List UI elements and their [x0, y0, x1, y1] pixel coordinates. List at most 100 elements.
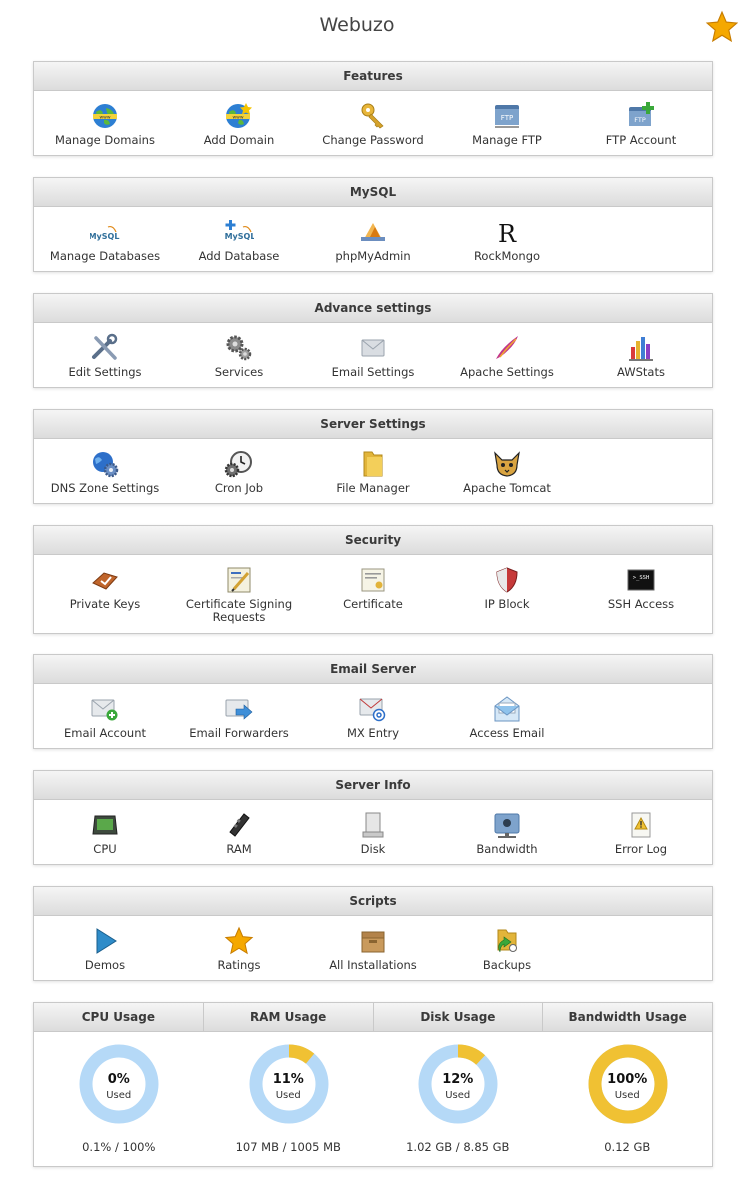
envelope-icon	[361, 339, 385, 357]
disk-usage-detail: 1.02 GB / 8.85 GB	[406, 1140, 510, 1154]
mysql-icon: MySQL	[90, 225, 119, 241]
mysql-header: MySQL	[34, 178, 712, 207]
demos-label: Demos	[84, 958, 126, 972]
add-domain-button[interactable]: www Add Domain	[174, 101, 304, 147]
apache-tomcat-label: Apache Tomcat	[463, 481, 551, 495]
bandwidth-usage-gauge: 100% Used 0.12 GB	[543, 1032, 713, 1166]
ftp-account-button[interactable]: FTP FTP Account	[576, 101, 706, 147]
disk-usage-gauge: 12% Used 1.02 GB / 8.85 GB	[373, 1032, 543, 1166]
dns-zone-settings-button[interactable]: DNS Zone Settings	[40, 449, 170, 495]
security-panel: Security Private Keys Certificate Signin…	[33, 525, 713, 634]
manage-ftp-label: Manage FTP	[472, 133, 542, 147]
services-button[interactable]: Services	[174, 333, 304, 379]
manage-domains-button[interactable]: www Manage Domains	[40, 101, 170, 147]
email-settings-label: Email Settings	[331, 365, 415, 379]
error-log-button[interactable]: Error Log	[576, 810, 706, 856]
terminal-icon: >_SSH	[627, 569, 655, 591]
awstats-button[interactable]: AWStats	[576, 333, 706, 379]
private-keys-button[interactable]: Private Keys	[40, 565, 170, 611]
ftp-add-icon: FTP	[629, 102, 654, 126]
envelope-add-icon	[91, 699, 118, 721]
bandwidth-button[interactable]: Bandwidth	[442, 810, 572, 856]
bandwidth-usage-detail: 0.12 GB	[604, 1140, 651, 1154]
bandwidth-label: Bandwidth	[476, 842, 538, 856]
file-manager-label: File Manager	[336, 481, 410, 495]
email-account-label: Email Account	[64, 726, 146, 740]
ip-block-button[interactable]: IP Block	[442, 565, 572, 611]
file-manager-button[interactable]: File Manager	[308, 449, 438, 495]
play-icon	[96, 928, 117, 954]
ram-usage-used-label: Used	[275, 1090, 301, 1101]
edit-settings-button[interactable]: Edit Settings	[40, 333, 170, 379]
shield-icon	[496, 567, 518, 593]
ram-button[interactable]: RAM	[174, 810, 304, 856]
backups-label: Backups	[482, 958, 532, 972]
ram-icon	[229, 813, 250, 837]
change-password-button[interactable]: Change Password	[308, 101, 438, 147]
certificate-button[interactable]: Certificate	[308, 565, 438, 611]
server-info-panel: Server Info CPU RAM Disk Bandwidth Error…	[33, 770, 713, 865]
dns-zone-settings-label: DNS Zone Settings	[50, 481, 160, 495]
email-account-button[interactable]: Email Account	[40, 694, 170, 740]
apache-settings-label: Apache Settings	[460, 365, 554, 379]
key-icon	[361, 103, 384, 129]
cpu-button[interactable]: CPU	[40, 810, 170, 856]
ratings-label: Ratings	[217, 958, 261, 972]
tools-icon	[92, 333, 118, 360]
email-forwarders-button[interactable]: Email Forwarders	[174, 694, 304, 740]
ratings-button[interactable]: Ratings	[174, 926, 304, 972]
apache-feather-icon	[496, 336, 518, 359]
apache-tomcat-button[interactable]: Apache Tomcat	[442, 449, 572, 495]
access-email-button[interactable]: Access Email	[442, 694, 572, 740]
bandwidth-usage-header: Bandwidth Usage	[542, 1003, 712, 1031]
backups-button[interactable]: Backups	[442, 926, 572, 972]
cron-job-button[interactable]: Cron Job	[174, 449, 304, 495]
email-settings-button[interactable]: Email Settings	[308, 333, 438, 379]
rockmongo-button[interactable]: R RockMongo	[442, 217, 572, 263]
apache-settings-button[interactable]: Apache Settings	[442, 333, 572, 379]
manage-databases-button[interactable]: MySQL Manage Databases	[40, 217, 170, 263]
email-forwarders-label: Email Forwarders	[189, 726, 289, 740]
error-log-label: Error Log	[614, 842, 668, 856]
bar-chart-icon	[629, 337, 653, 361]
scripts-panel: Scripts Demos Ratings All Installations	[33, 886, 713, 981]
open-envelope-icon	[494, 696, 520, 722]
backup-icon	[497, 929, 517, 953]
globe-icon: www	[93, 104, 117, 128]
disk-usage-percent: 12%	[442, 1072, 474, 1087]
features-panel: Features www Manage Domains www Add Doma…	[33, 61, 713, 156]
phpmyadmin-label: phpMyAdmin	[335, 249, 411, 263]
add-database-button[interactable]: MySQL Add Database	[174, 217, 304, 263]
globe-add-icon: www	[226, 103, 252, 128]
disk-button[interactable]: Disk	[308, 810, 438, 856]
clock-gear-icon	[224, 451, 252, 478]
svg-text:FTP: FTP	[501, 114, 513, 122]
cpu-label: CPU	[93, 842, 117, 856]
certificate-signing-requests-button[interactable]: Certificate Signing Requests	[174, 565, 304, 624]
mysql-add-icon: MySQL	[225, 220, 254, 241]
rockmongo-label: RockMongo	[473, 249, 541, 263]
ssh-access-button[interactable]: >_SSH SSH Access	[576, 565, 706, 611]
security-header: Security	[34, 526, 712, 555]
demos-button[interactable]: Demos	[40, 926, 170, 972]
mx-entry-button[interactable]: MX Entry	[308, 694, 438, 740]
ssh-access-label: SSH Access	[607, 597, 675, 611]
manage-databases-label: Manage Databases	[49, 249, 161, 263]
advance-settings-header: Advance settings	[34, 294, 712, 323]
cpu-usage-used-label: Used	[106, 1090, 132, 1101]
svg-text:MySQL: MySQL	[90, 232, 119, 241]
phpmyadmin-button[interactable]: phpMyAdmin	[308, 217, 438, 263]
svg-text:>_SSH: >_SSH	[633, 575, 650, 581]
access-email-label: Access Email	[469, 726, 545, 740]
certificate-signing-requests-label: Certificate Signing Requests	[185, 597, 293, 624]
cron-job-label: Cron Job	[214, 481, 264, 495]
certificate-icon	[361, 568, 385, 592]
error-log-icon	[631, 812, 651, 838]
all-installations-button[interactable]: All Installations	[308, 926, 438, 972]
email-server-panel: Email Server Email Account Email Forward…	[33, 654, 713, 749]
star-icon[interactable]	[705, 10, 738, 44]
change-password-label: Change Password	[322, 133, 424, 147]
svg-text:www: www	[99, 115, 110, 120]
usage-panel: CPU Usage RAM Usage Disk Usage Bandwidth…	[33, 1002, 713, 1167]
manage-ftp-button[interactable]: FTP Manage FTP	[442, 101, 572, 147]
